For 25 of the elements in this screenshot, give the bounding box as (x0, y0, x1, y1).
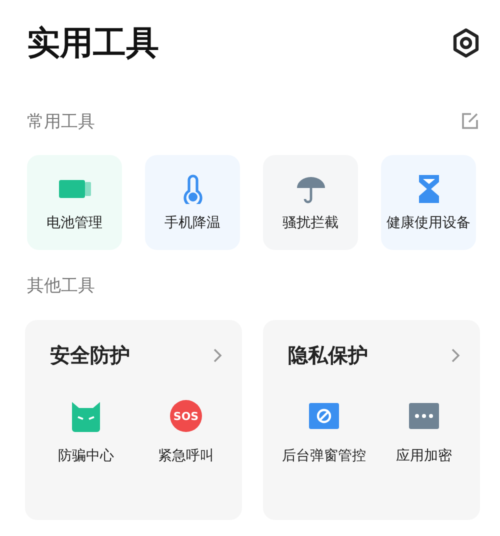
card-title: 安全防护 (50, 342, 130, 369)
tool-label: 手机降温 (164, 214, 220, 232)
tool-label[interactable]: 应用加密 (396, 447, 452, 465)
block-icon[interactable] (309, 403, 339, 429)
section-title: 常用工具 (27, 110, 95, 132)
tool-label[interactable]: 防骗中心 (58, 447, 114, 465)
chevron-right-icon[interactable] (451, 348, 460, 363)
sos-icon[interactable]: SOS (170, 400, 202, 432)
page-title: 实用工具 (27, 22, 159, 64)
card-title: 隐私保护 (288, 342, 368, 369)
tool-tile[interactable]: 手机降温 (145, 155, 240, 250)
tool-label: 电池管理 (46, 214, 102, 232)
password-icon[interactable] (409, 403, 439, 429)
tool-label: 健康使用设备 (386, 214, 470, 232)
chevron-right-icon[interactable] (213, 348, 222, 363)
section-title: 其他工具 (27, 274, 95, 296)
tool-tile[interactable]: 电池管理 (27, 155, 122, 250)
edit-icon[interactable] (461, 112, 479, 130)
tool-label: 骚扰拦截 (282, 214, 338, 232)
tool-label[interactable]: 后台弹窗管控 (282, 447, 366, 465)
settings-icon[interactable] (452, 28, 480, 58)
tool-tile[interactable]: 骚扰拦截 (263, 155, 358, 250)
tool-label[interactable]: 紧急呼叫 (158, 447, 214, 465)
devil-face-icon[interactable] (71, 400, 101, 432)
tool-tile[interactable]: 健康使用设备 (381, 155, 476, 250)
